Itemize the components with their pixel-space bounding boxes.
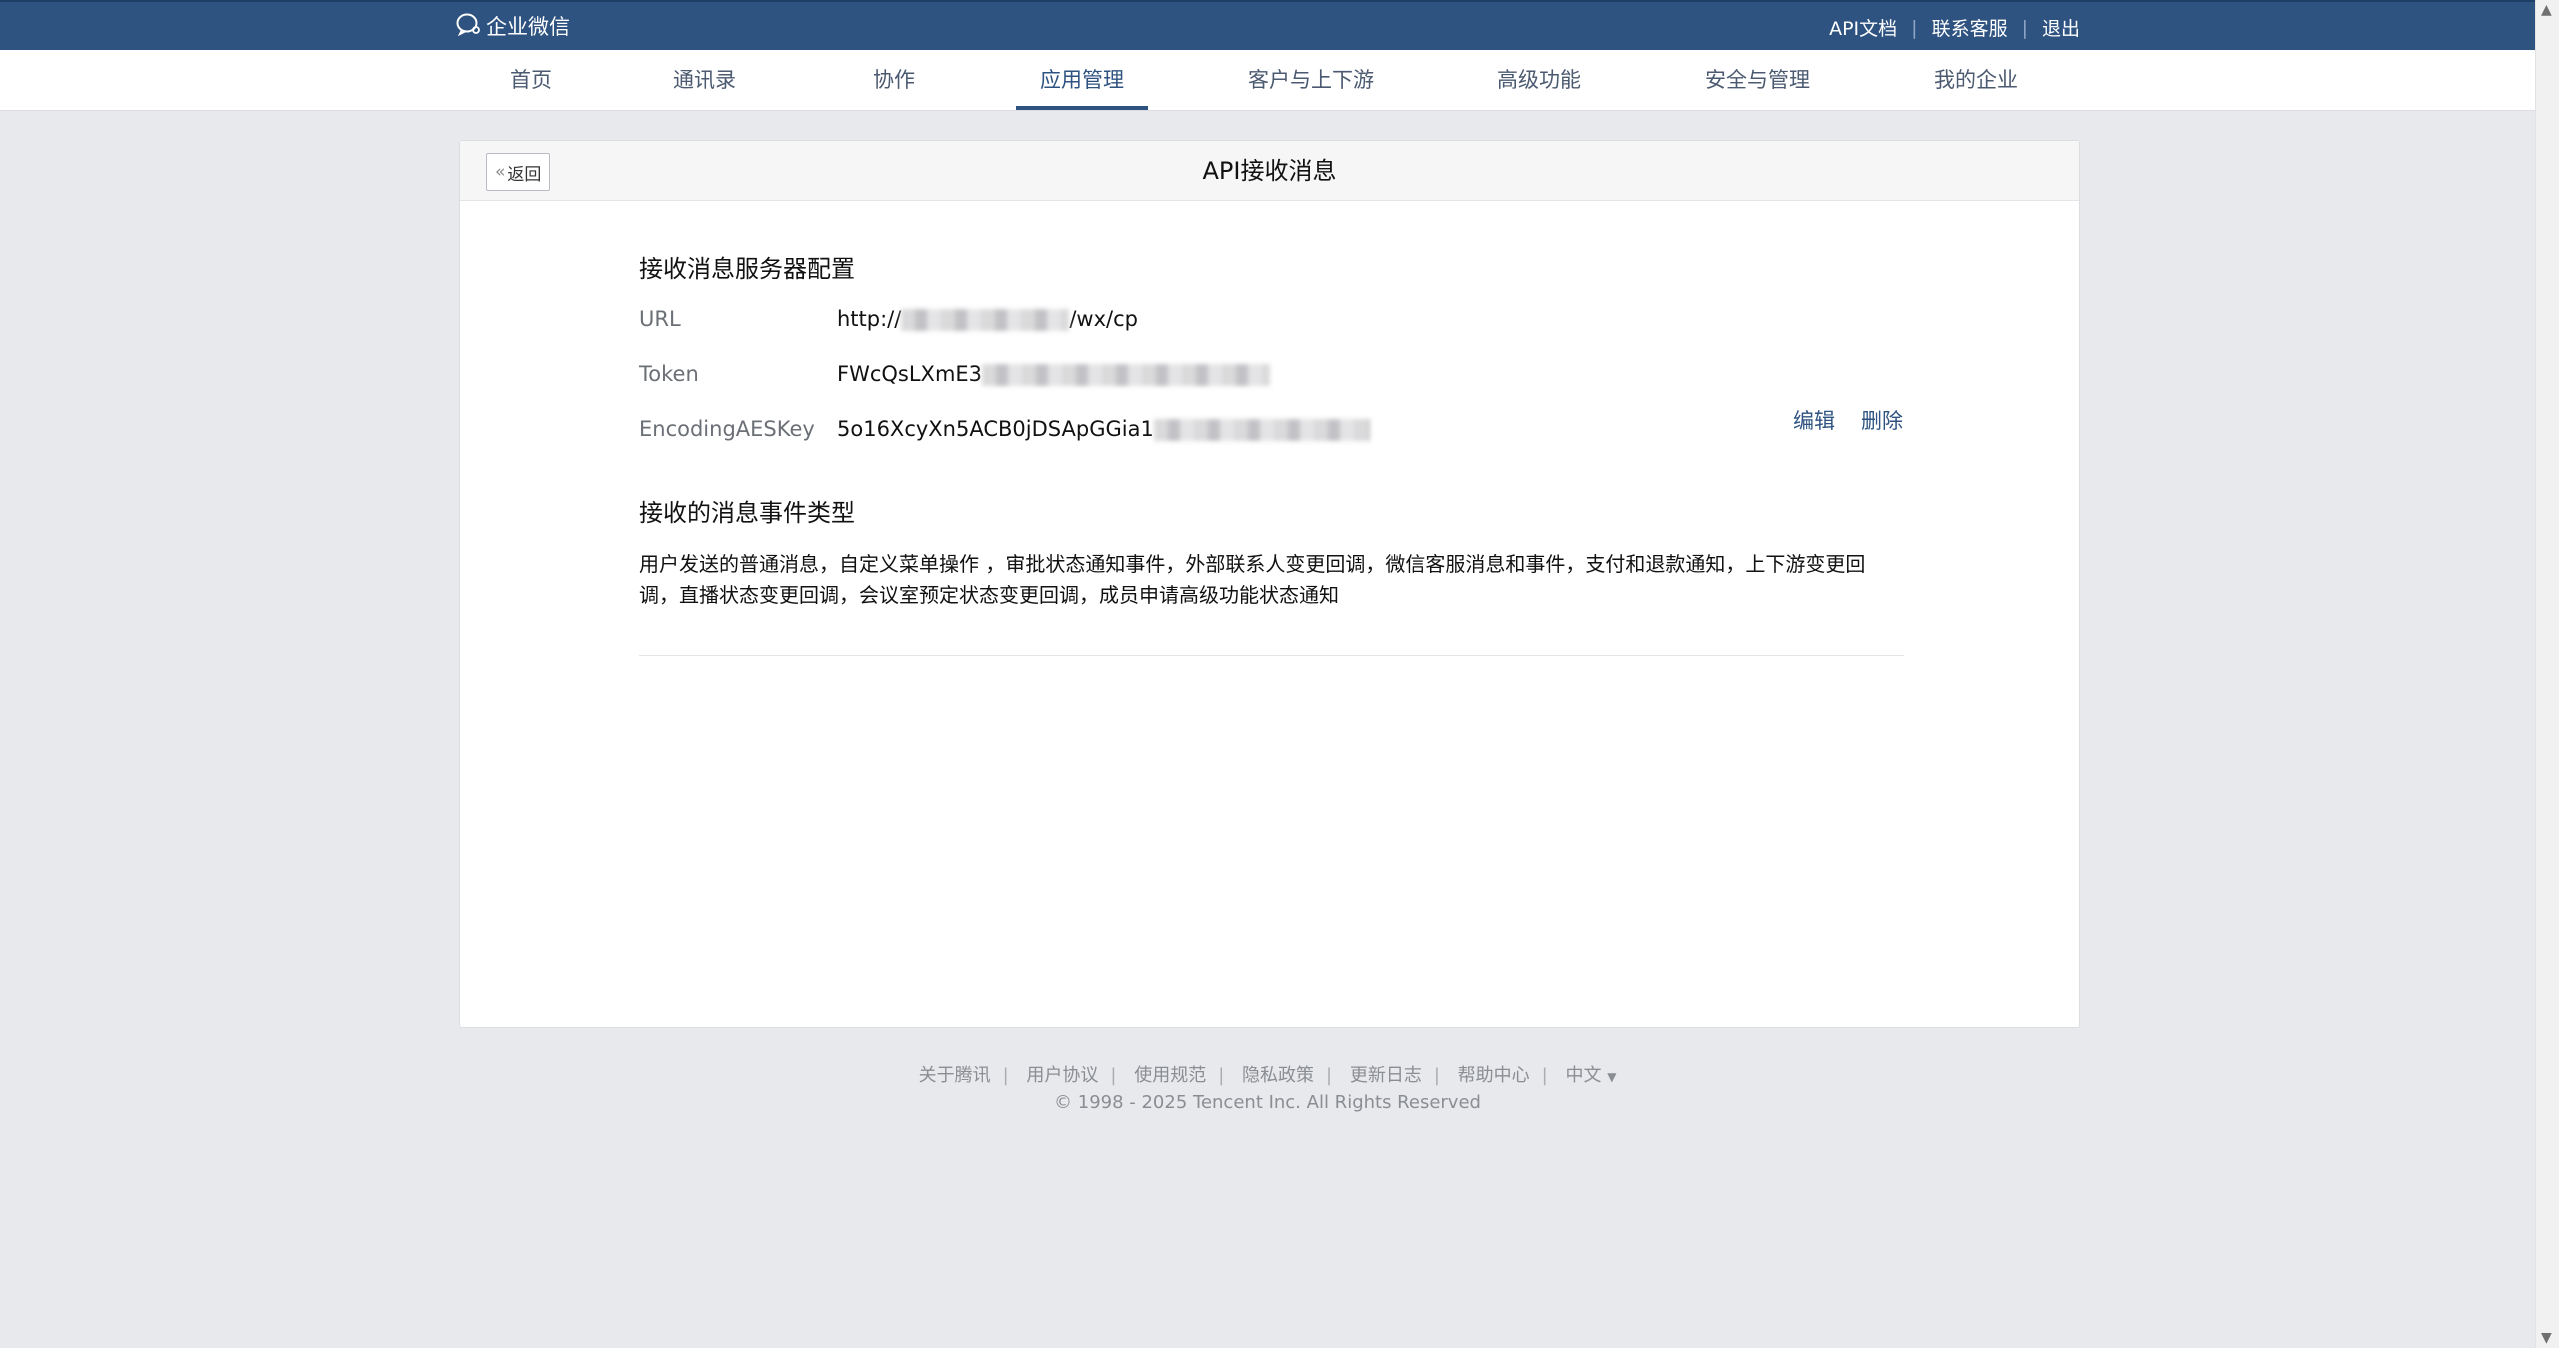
api-receive-card: « 返回 API接收消息 接收消息服务器配置 URL http:// /wx/cp… bbox=[459, 140, 2080, 1028]
contact-support-link[interactable]: 联系客服 bbox=[1932, 14, 2008, 41]
nav-my-enterprise[interactable]: 我的企业 bbox=[1934, 50, 2018, 111]
main-nav: 首页 通讯录 协作 应用管理 客户与上下游 高级功能 安全与管理 我的企业 bbox=[0, 50, 2535, 111]
footer-user-agreement-link[interactable]: 用户协议 bbox=[1026, 1065, 1098, 1086]
brand[interactable]: 企业微信 bbox=[456, 11, 570, 41]
footer-usage-rules-link[interactable]: 使用规范 bbox=[1134, 1065, 1206, 1086]
api-docs-link[interactable]: API文档 bbox=[1829, 14, 1897, 41]
redacted-block bbox=[901, 309, 1070, 331]
logout-link[interactable]: 退出 bbox=[2042, 14, 2080, 41]
event-types-title: 接收的消息事件类型 bbox=[639, 499, 855, 527]
event-types-description: 用户发送的普通消息，自定义菜单操作 ，审批状态通知事件，外部联系人变更回调，微信… bbox=[639, 552, 1866, 607]
separator: | bbox=[1002, 1065, 1009, 1086]
nav-advanced[interactable]: 高级功能 bbox=[1497, 50, 1581, 111]
server-config-title: 接收消息服务器配置 bbox=[639, 255, 855, 283]
delete-button[interactable]: 删除 bbox=[1861, 405, 1903, 435]
url-value: http:// /wx/cp bbox=[837, 307, 1138, 331]
footer-help-link[interactable]: 帮助中心 bbox=[1458, 1065, 1530, 1086]
page-title: API接收消息 bbox=[1202, 157, 1337, 185]
separator: | bbox=[1110, 1065, 1117, 1086]
aeskey-label: EncodingAESKey bbox=[639, 417, 815, 441]
redacted-block bbox=[1153, 419, 1370, 441]
aeskey-prefix: 5o16XcyXn5ACB0jDSApGGia1 bbox=[837, 417, 1154, 441]
wecom-logo-icon bbox=[456, 12, 486, 41]
token-value: FWcQsLXmE3 bbox=[837, 362, 1271, 386]
nav-app-management[interactable]: 应用管理 bbox=[1016, 50, 1148, 111]
redacted-block bbox=[982, 364, 1271, 386]
language-label: 中文 bbox=[1565, 1065, 1602, 1086]
url-suffix: /wx/cp bbox=[1069, 307, 1138, 331]
separator: | bbox=[1218, 1065, 1225, 1086]
token-prefix: FWcQsLXmE3 bbox=[837, 362, 983, 386]
page-scrollbar[interactable]: ▲ ▼ bbox=[2535, 0, 2559, 1348]
separator: | bbox=[1541, 1065, 1548, 1086]
footer-links: 关于腾讯 | 用户协议 | 使用规范 | 隐私政策 | 更新日志 | 帮助中心 | 中文 ▼ bbox=[0, 1061, 2535, 1087]
nav-security[interactable]: 安全与管理 bbox=[1705, 50, 1810, 111]
url-prefix: http:// bbox=[837, 307, 902, 331]
top-bar: 企业微信 API文档 | 联系客服 | 退出 bbox=[0, 0, 2535, 50]
arrow-up-icon[interactable]: ▲ bbox=[2541, 2, 2552, 18]
copyright: © 1998 - 2025 Tencent Inc. All Rights Re… bbox=[1054, 1092, 1481, 1113]
separator: | bbox=[2021, 16, 2028, 39]
config-actions: 编辑 删除 bbox=[1793, 405, 1929, 435]
nav-collaboration[interactable]: 协作 bbox=[873, 50, 915, 111]
nav-customers[interactable]: 客户与上下游 bbox=[1248, 50, 1374, 111]
card-header: « 返回 API接收消息 bbox=[460, 141, 2079, 201]
brand-name: 企业微信 bbox=[486, 15, 570, 39]
nav-home[interactable]: 首页 bbox=[510, 50, 552, 111]
url-label: URL bbox=[639, 307, 681, 331]
nav-contacts[interactable]: 通讯录 bbox=[673, 50, 736, 111]
language-select[interactable]: 中文 ▼ bbox=[1565, 1065, 1616, 1086]
separator: | bbox=[1326, 1065, 1333, 1086]
footer-privacy-link[interactable]: 隐私政策 bbox=[1242, 1065, 1314, 1086]
footer-changelog-link[interactable]: 更新日志 bbox=[1350, 1065, 1422, 1086]
arrow-down-icon[interactable]: ▼ bbox=[2541, 1330, 2552, 1346]
separator: | bbox=[1433, 1065, 1440, 1086]
separator: | bbox=[1911, 16, 1918, 39]
caret-down-icon: ▼ bbox=[1607, 1070, 1617, 1084]
token-label: Token bbox=[639, 362, 699, 386]
divider bbox=[639, 655, 1904, 656]
footer-about-link[interactable]: 关于腾讯 bbox=[919, 1065, 991, 1086]
edit-button[interactable]: 编辑 bbox=[1793, 405, 1835, 435]
top-links: API文档 | 联系客服 | 退出 bbox=[1829, 14, 2080, 41]
aeskey-value: 5o16XcyXn5ACB0jDSApGGia1 bbox=[837, 417, 1370, 441]
